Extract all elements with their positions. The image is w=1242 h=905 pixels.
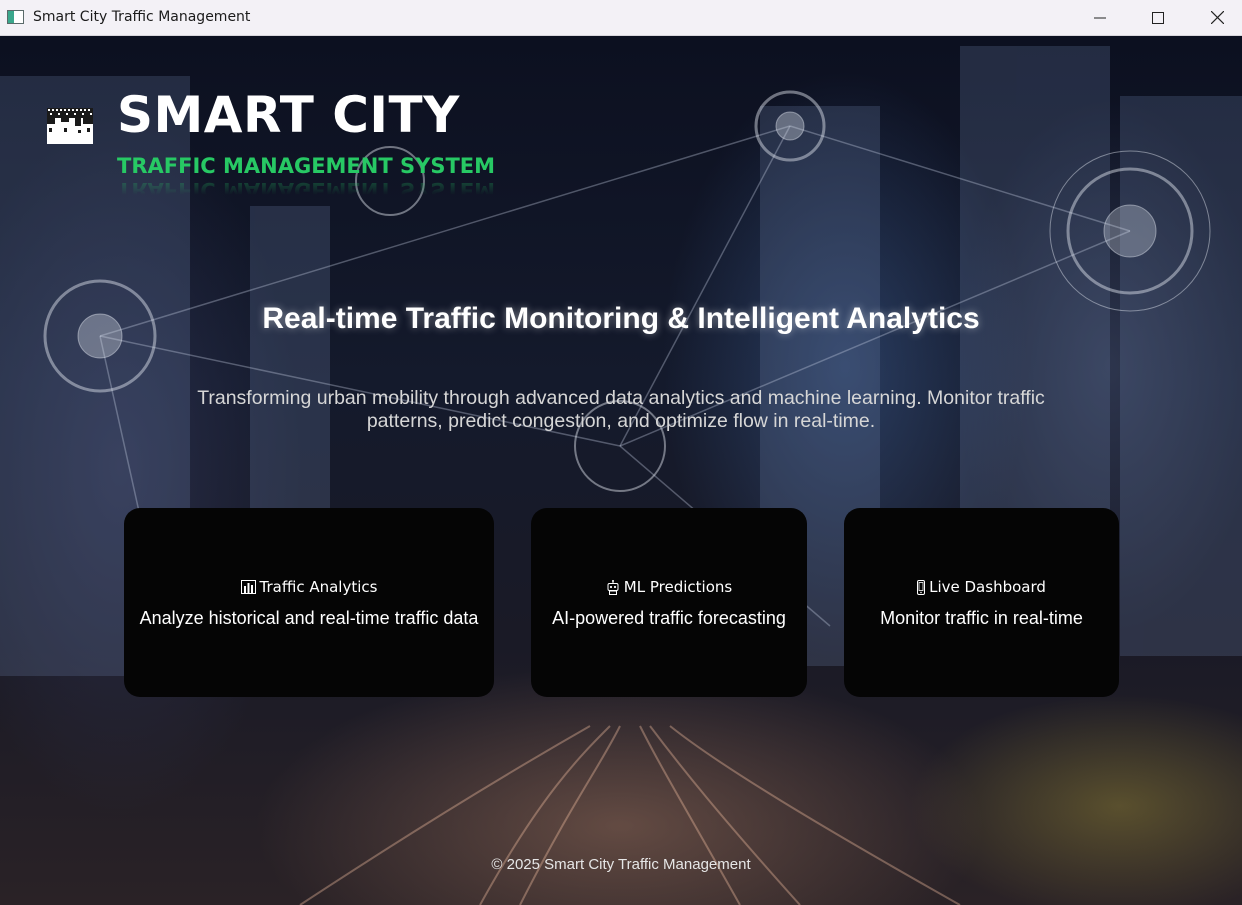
hero-section: SMART CITY TRAFFIC MANAGEMENT SYSTEM TRA… (0, 36, 1242, 905)
window-title: Smart City Traffic Management (33, 9, 251, 25)
brand-title: SMART CITY (117, 86, 460, 144)
close-button[interactable] (1188, 0, 1242, 35)
card-title: Traffic Analytics (259, 578, 378, 596)
card-description: AI-powered traffic forecasting (552, 608, 786, 628)
card-description: Monitor traffic in real-time (880, 608, 1083, 628)
robot-icon (607, 579, 619, 595)
card-description: Analyze historical and real-time traffic… (139, 608, 479, 628)
mobile-phone-icon (917, 579, 926, 595)
minimize-icon (1094, 17, 1106, 18)
app-icon (7, 10, 24, 24)
brand-subtitle-reflection: TRAFFIC MANAGEMENT SYSTEM (117, 178, 496, 202)
brand-subtitle: TRAFFIC MANAGEMENT SYSTEM (117, 154, 496, 178)
card-header: Traffic Analytics (124, 578, 494, 596)
title-bar: Smart City Traffic Management (0, 0, 1242, 36)
card-traffic-analytics[interactable]: Traffic Analytics Analyze historical and… (124, 508, 494, 697)
maximize-icon (1152, 11, 1164, 24)
card-header: Live Dashboard (844, 578, 1119, 596)
hero-tagline: Transforming urban mobility through adva… (197, 387, 1045, 432)
maximize-button[interactable] (1129, 0, 1187, 35)
bar-chart-icon (240, 580, 256, 594)
city-skyline-icon (47, 108, 93, 144)
card-header: ML Predictions (531, 578, 807, 596)
card-ml-predictions[interactable]: ML Predictions AI-powered traffic foreca… (531, 508, 807, 697)
app-window: Smart City Traffic Management SMART CITY… (0, 0, 1242, 905)
close-icon (1210, 11, 1224, 24)
footer-copyright: © 2025 Smart City Traffic Management (491, 856, 751, 873)
card-title: ML Predictions (623, 578, 733, 596)
hero-headline: Real-time Traffic Monitoring & Intellige… (262, 302, 980, 335)
card-title: Live Dashboard (929, 578, 1046, 596)
minimize-button[interactable] (1071, 0, 1129, 35)
card-live-dashboard[interactable]: Live Dashboard Monitor traffic in real-t… (844, 508, 1119, 697)
